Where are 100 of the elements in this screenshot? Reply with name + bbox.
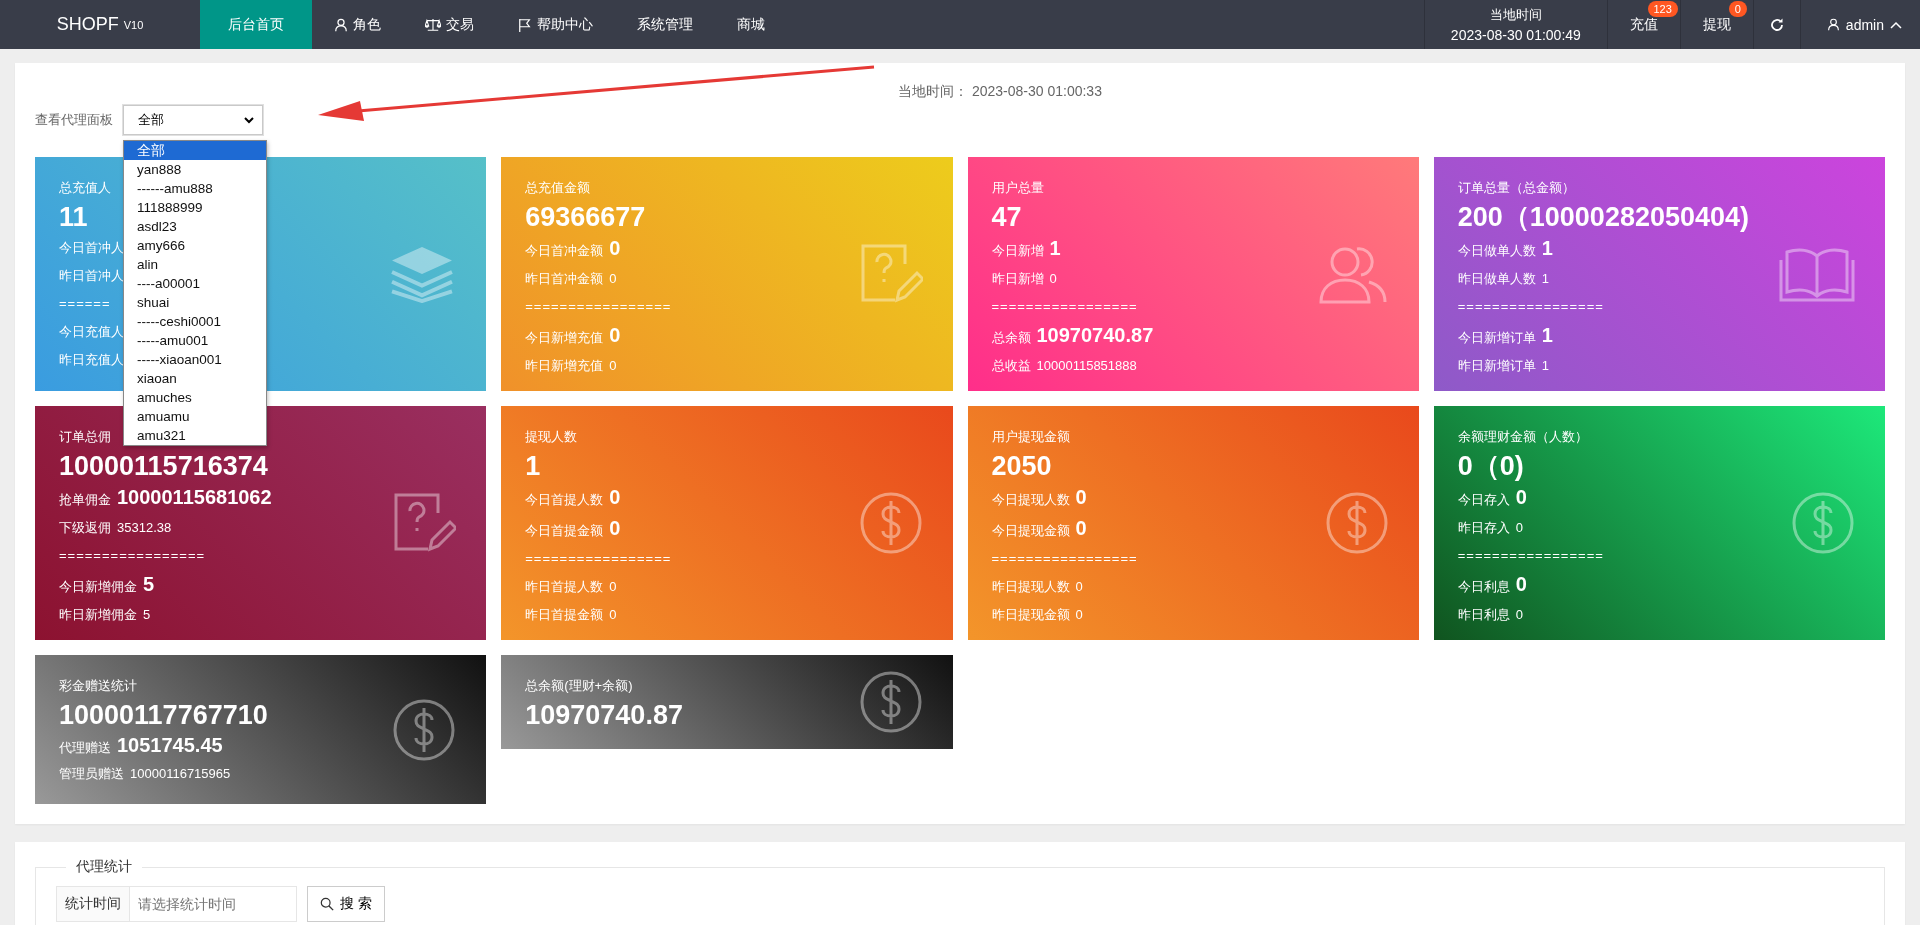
clock-time: 2023-08-30 01:00:49 [1450, 27, 1581, 43]
nav-tab[interactable]: 帮助中心 [496, 0, 615, 49]
stat-value: 0 [1515, 519, 1523, 537]
dropdown-option[interactable]: -----ceshi0001 [124, 312, 266, 331]
separator-text: ================= [525, 298, 672, 316]
stat-label: 今日首提人数 [525, 491, 604, 509]
dropdown-option[interactable]: xiaoan [124, 369, 266, 388]
stat-value: 1 [1541, 323, 1553, 348]
stat-label: 总收益 [991, 357, 1031, 375]
nav-tab[interactable]: 后台首页 [200, 0, 312, 49]
stat-value: 1 [1541, 357, 1549, 375]
local-time: 当地时间： 2023-08-30 01:00:33 [897, 83, 1103, 101]
scale-icon [425, 17, 441, 32]
dropdown-option[interactable]: 111888999 [124, 198, 266, 217]
dropdown-option[interactable]: ----a00001 [124, 274, 266, 293]
stat-value: 0 [609, 606, 617, 624]
nav-tab[interactable]: 商城 [715, 0, 787, 49]
card-value: 10000115716374 [59, 450, 268, 483]
stat-value: 0 [1515, 606, 1523, 624]
stat-label: 昨日充值人 [59, 351, 124, 369]
card-value: 0（0) [1457, 450, 1524, 483]
stat-value: 0 [1049, 270, 1057, 288]
top-link[interactable]: 提现 0 [1679, 0, 1753, 49]
stat-label: 今日做单人数 [1457, 242, 1536, 260]
stat-value: 5 [143, 572, 155, 597]
agent-select[interactable]: 全部 [123, 105, 263, 135]
stat-value: 0 [1075, 485, 1087, 510]
card-value: 47 [991, 201, 1022, 234]
user-menu[interactable]: admin [1799, 0, 1920, 49]
stat-label: 总余额 [991, 329, 1031, 347]
section-legend: 代理统计 [66, 858, 142, 876]
stat-label: 昨日新增订单 [1457, 357, 1536, 375]
dropdown-option[interactable]: amuamu [124, 407, 266, 426]
card-value: 10970740.87 [525, 699, 683, 732]
separator-text: ================= [1457, 547, 1604, 565]
stat-label: 今日首冲金额 [525, 242, 604, 260]
dropdown-option[interactable]: -----xiaoan001 [124, 350, 266, 369]
stat-value: 10970740.87 [1036, 323, 1154, 348]
book-icon [1779, 246, 1855, 302]
dollar-icon [1324, 491, 1389, 555]
stat-value: 1 [1541, 236, 1553, 261]
caret-icon [1890, 20, 1902, 29]
stat-label: 今日存入 [1457, 491, 1510, 509]
stat-label: 今日新增佣金 [59, 578, 137, 596]
dropdown-option[interactable]: alin [124, 255, 266, 274]
dollar-icon [858, 670, 923, 734]
stat-value: 10000115681062 [117, 485, 272, 510]
dropdown-option[interactable]: shuai [124, 293, 266, 312]
stat-value: 35312.38 [117, 519, 172, 537]
stat-value: 1 [1541, 270, 1549, 288]
card-value: 69366677 [525, 201, 646, 234]
top-link[interactable]: 充值 123 [1606, 0, 1680, 49]
stat-label: 昨日存入 [1457, 519, 1510, 537]
person-icon [1826, 18, 1840, 31]
stat-value: 0 [609, 270, 617, 288]
stat-label: 昨日利息 [1457, 606, 1510, 624]
stat-value: 0 [609, 516, 621, 541]
field-label: 统计时间 [56, 886, 130, 922]
dropdown-option[interactable]: yan888 [124, 160, 266, 179]
stat-label: 下级返佣 [59, 519, 111, 537]
stat-value: 0 [609, 323, 621, 348]
stat-value: 1051745.45 [117, 733, 223, 758]
separator-text: ================= [1457, 298, 1604, 316]
stat-label: 今日首冲人 [59, 239, 124, 257]
dropdown-option[interactable]: -----amu001 [124, 331, 266, 350]
dropdown-option[interactable]: 全部 [124, 141, 266, 160]
stat-value: 1 [1049, 236, 1061, 261]
dropdown-option[interactable]: amuches [124, 388, 266, 407]
card-value: 11 [59, 201, 88, 234]
clock-label: 当地时间 [1489, 6, 1542, 24]
dropdown-option[interactable]: ------amu888 [124, 179, 266, 198]
nav-tab[interactable]: 角色 [312, 0, 403, 49]
card-title: 订单总佣 [59, 428, 111, 446]
separator-text: ================= [991, 298, 1138, 316]
stat-value: 0 [609, 236, 621, 261]
card-title: 提现人数 [525, 428, 578, 446]
dropdown-option[interactable]: amy666 [124, 236, 266, 255]
card-value: 200（10000282050404) [1457, 201, 1749, 234]
nav-tab[interactable]: 交易 [403, 0, 496, 49]
caret-icon [244, 116, 254, 124]
stat-value: 0 [1075, 606, 1083, 624]
dropdown-option[interactable]: amu321 [124, 426, 266, 445]
dropdown-option[interactable]: asdl23 [124, 217, 266, 236]
stat-label: 抢单佣金 [59, 491, 111, 509]
search-button[interactable]: 搜 索 [307, 886, 385, 922]
stat-value: 10000116715965 [130, 765, 231, 783]
card-title: 总充值人 [59, 179, 111, 197]
stat-value: 0 [1515, 572, 1527, 597]
count-badge: 123 [1647, 1, 1678, 17]
search-icon [320, 897, 334, 911]
stat-value: 0 [1515, 485, 1527, 510]
stat-label: 昨日首提人数 [525, 578, 604, 596]
date-field[interactable]: 请选择统计时间 [130, 886, 297, 922]
stat-value: 0 [609, 485, 621, 510]
card-title: 总充值金额 [525, 179, 591, 197]
card-title: 总余额(理财+余额) [525, 677, 633, 695]
stat-label: 今日首提金额 [525, 522, 604, 540]
dollar-icon [858, 491, 923, 555]
stat-label: 今日提现金额 [991, 522, 1070, 540]
nav-tab[interactable]: 系统管理 [615, 0, 715, 49]
